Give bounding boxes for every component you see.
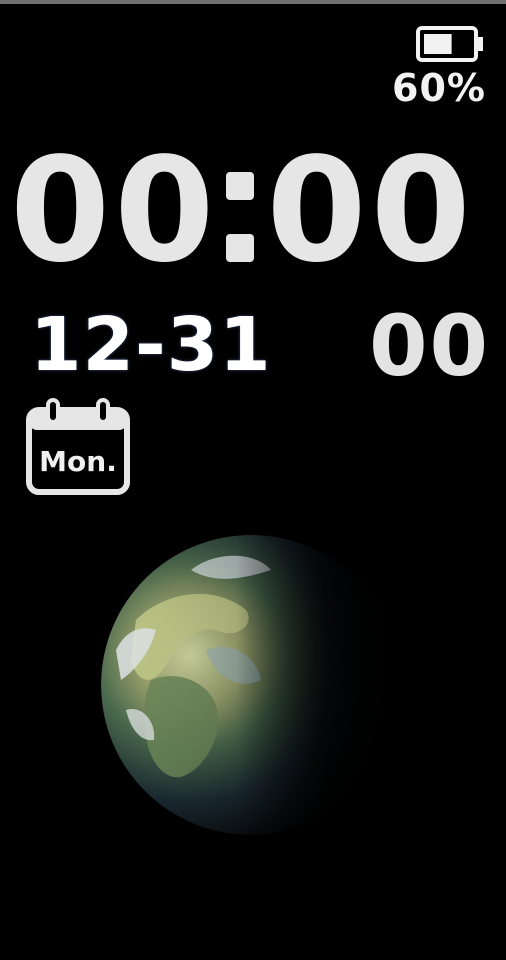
battery-percent: 60% bbox=[392, 66, 486, 110]
time-colon bbox=[218, 130, 266, 290]
time-display: 00 00 bbox=[10, 130, 500, 290]
earth-icon bbox=[101, 535, 401, 835]
battery-status: 60% bbox=[390, 24, 486, 114]
battery-icon bbox=[416, 26, 483, 62]
weekday-widget: Mon. bbox=[26, 398, 132, 498]
seconds: 00 bbox=[369, 297, 490, 395]
hours: 00 bbox=[10, 126, 219, 294]
top-border bbox=[0, 0, 506, 4]
minutes: 00 bbox=[266, 126, 475, 294]
weekday-label: Mon. bbox=[39, 445, 117, 478]
date: 12-31 bbox=[30, 302, 272, 388]
